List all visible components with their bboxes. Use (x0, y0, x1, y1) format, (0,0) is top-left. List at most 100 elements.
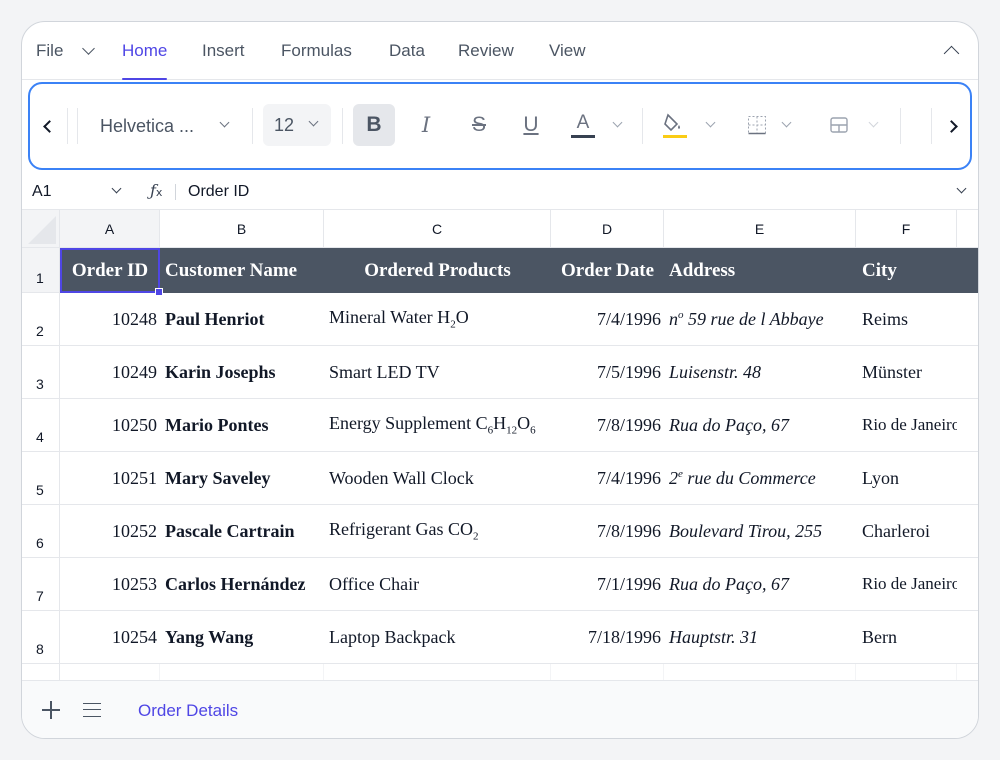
cell-date[interactable]: 7/5/1996 (551, 346, 664, 399)
tab-data[interactable]: Data (389, 41, 425, 80)
cell-address[interactable]: Boulevard Tirou, 255 (664, 505, 856, 558)
chevron-down-icon[interactable] (111, 183, 122, 194)
cell-product[interactable]: Smart LED TV (324, 346, 551, 399)
cell-customer[interactable]: Yang Wang (160, 611, 324, 664)
cell-date[interactable]: 7/18/1996 (551, 611, 664, 664)
column-header-b[interactable]: B (160, 210, 324, 248)
toolbar-scroll-right-button[interactable] (936, 106, 966, 146)
font-size-dropdown[interactable]: 12 (263, 104, 331, 146)
function-icon[interactable]: ƒx (150, 181, 162, 200)
cell-date[interactable]: 7/8/1996 (551, 505, 664, 558)
formula-input[interactable]: Order ID (188, 183, 249, 201)
row-header-6[interactable]: 6 (22, 505, 60, 558)
toolbar-scroll-left-button[interactable] (34, 106, 64, 146)
cell-city[interactable]: Münster (856, 346, 957, 399)
cell-customer[interactable]: Karin Josephs (160, 346, 324, 399)
collapse-ribbon-icon[interactable] (943, 45, 960, 62)
header-cell-city[interactable]: City (856, 248, 957, 293)
cell-product[interactable]: Refrigerant Gas CO2 (324, 505, 551, 558)
column-header-e[interactable]: E (664, 210, 856, 248)
cell-date[interactable]: 7/4/1996 (551, 293, 664, 346)
tab-insert[interactable]: Insert (202, 41, 245, 80)
cell-order-id[interactable]: 10249 (60, 346, 160, 399)
cell-address[interactable]: 2e rue du Commerce (664, 452, 856, 505)
strikethrough-button[interactable]: S (458, 104, 500, 146)
chevron-down-icon[interactable] (82, 42, 95, 55)
cell-city[interactable]: Lyon (856, 452, 957, 505)
cell-city[interactable]: Rio de Janeiro (856, 558, 957, 611)
row-header-2[interactable]: 2 (22, 293, 60, 346)
fill-color-button[interactable] (654, 104, 696, 146)
font-color-button[interactable]: A (562, 104, 604, 146)
tab-file[interactable]: File (36, 41, 63, 80)
chevron-down-icon[interactable] (781, 117, 792, 128)
cell-product[interactable]: Mineral Water H2O (324, 293, 551, 346)
cell-address[interactable]: Luisenstr. 48 (664, 346, 856, 399)
tab-review[interactable]: Review (458, 41, 514, 80)
add-sheet-icon[interactable] (40, 699, 62, 721)
column-header-f[interactable]: F (856, 210, 957, 248)
cell-customer[interactable]: Mary Saveley (160, 452, 324, 505)
row-header-4[interactable]: 4 (22, 399, 60, 452)
italic-button[interactable]: I (405, 104, 447, 146)
tab-formulas[interactable]: Formulas (281, 41, 352, 80)
cell-address[interactable]: Rua do Paço, 67 (664, 558, 856, 611)
select-all-corner[interactable] (22, 210, 60, 248)
cell-city[interactable]: Reims (856, 293, 957, 346)
row-header-8[interactable]: 8 (22, 611, 60, 664)
cell-order-id[interactable]: 10248 (60, 293, 160, 346)
cell-customer[interactable]: Paul Henriot (160, 293, 324, 346)
expand-formula-bar-icon[interactable] (956, 183, 967, 194)
sheet-tab-order-details[interactable]: Order Details (138, 701, 238, 738)
row-header-3[interactable]: 3 (22, 346, 60, 399)
cell-customer[interactable]: Pascale Cartrain (160, 505, 324, 558)
row-header-5[interactable]: 5 (22, 452, 60, 505)
formula-bar: A1 ƒx Order ID (22, 174, 978, 210)
cell-customer[interactable]: Mario Pontes (160, 399, 324, 452)
chevron-down-icon[interactable] (868, 117, 879, 128)
cell-city[interactable]: Rio de Janeiro (856, 399, 957, 452)
column-header-c[interactable]: C (324, 210, 551, 248)
underline-button[interactable]: U (510, 104, 552, 146)
header-cell-date[interactable]: Order Date (551, 248, 664, 293)
product-text: Wooden Wall Clock (329, 467, 474, 488)
sheet-list-icon[interactable] (83, 703, 101, 717)
header-cell-customer[interactable]: Customer Name (160, 248, 324, 293)
borders-button[interactable] (736, 104, 778, 146)
cell-address[interactable]: Rua do Paço, 67 (664, 399, 856, 452)
cell-reference-box[interactable]: A1 (32, 183, 52, 201)
cell-order-id[interactable]: 10254 (60, 611, 160, 664)
bold-button[interactable]: B (353, 104, 395, 146)
chevron-down-icon (308, 116, 319, 127)
cell-order-id[interactable]: 10252 (60, 505, 160, 558)
cell-city[interactable]: Bern (856, 611, 957, 664)
font-family-dropdown[interactable]: Helvetica ... (82, 106, 230, 146)
column-header-d[interactable]: D (551, 210, 664, 248)
cell-order-id[interactable]: 10251 (60, 452, 160, 505)
cell-city[interactable]: Charleroi (856, 505, 957, 558)
header-cell-address[interactable]: Address (664, 248, 856, 293)
cell-product[interactable]: Laptop Backpack (324, 611, 551, 664)
row-header-1[interactable]: 1 (22, 248, 60, 293)
cell-date[interactable]: 7/8/1996 (551, 399, 664, 452)
row-header-7[interactable]: 7 (22, 558, 60, 611)
chevron-down-icon[interactable] (612, 117, 623, 128)
cell-address[interactable]: Hauptstr. 31 (664, 611, 856, 664)
cell-product[interactable]: Wooden Wall Clock (324, 452, 551, 505)
tab-home[interactable]: Home (122, 41, 168, 80)
chevron-down-icon[interactable] (705, 117, 716, 128)
cell-product[interactable]: Office Chair (324, 558, 551, 611)
tab-view[interactable]: View (549, 41, 586, 80)
cell-date[interactable]: 7/1/1996 (551, 558, 664, 611)
fill-handle[interactable] (155, 288, 163, 296)
column-header-a[interactable]: A (60, 210, 160, 248)
cell-order-id[interactable]: 10250 (60, 399, 160, 452)
header-cell-order-id[interactable]: Order ID (60, 248, 160, 293)
cell-address[interactable]: no 59 rue de l Abbaye (664, 293, 856, 346)
cell-date[interactable]: 7/4/1996 (551, 452, 664, 505)
cell-product[interactable]: Energy Supplement C6H12O6 (324, 399, 551, 452)
cell-customer[interactable]: Carlos Hernández (160, 558, 324, 611)
merge-cells-button[interactable] (818, 104, 860, 146)
cell-order-id[interactable]: 10253 (60, 558, 160, 611)
header-cell-products[interactable]: Ordered Products (324, 248, 551, 293)
